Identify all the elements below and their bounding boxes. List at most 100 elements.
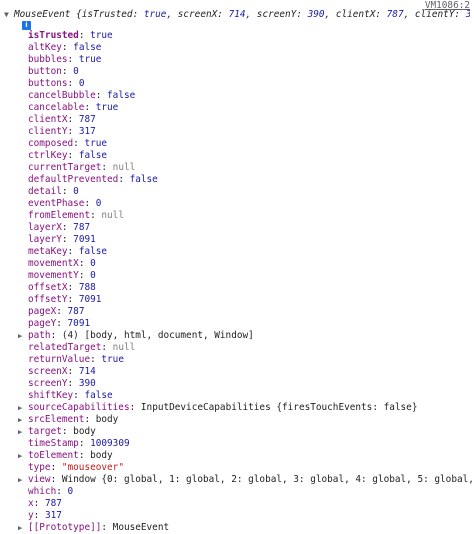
info-icon[interactable]: i xyxy=(22,21,31,30)
property-row: isTrusted: true xyxy=(28,30,113,41)
expand-arrow-icon[interactable]: ▶ xyxy=(18,402,26,414)
property-row: ctrlKey: false xyxy=(28,150,108,161)
property-row: cancelBubble: false xyxy=(28,90,136,101)
property-key: eventPhase xyxy=(28,198,85,209)
property-key: view xyxy=(28,474,51,485)
property-key: type xyxy=(28,462,51,473)
property-key: pageY xyxy=(28,318,57,329)
property-key: movementX xyxy=(28,258,79,269)
object-header[interactable]: ▼ MouseEvent {isTrusted: true, screenX: 7… xyxy=(4,9,470,21)
property-row: timeStamp: 1009309 xyxy=(28,438,130,449)
property-value: null xyxy=(112,162,136,173)
property-value: false xyxy=(84,390,113,401)
property-row[interactable]: ▶ target: body xyxy=(0,426,474,438)
property-row: shiftKey: false xyxy=(28,390,113,401)
property-key: metaKey xyxy=(28,246,68,257)
property-key: offsetX xyxy=(28,282,68,293)
property-key: clientX xyxy=(28,114,68,125)
property-row: detail: 0 xyxy=(28,186,79,197)
property-value: false xyxy=(129,174,158,185)
property-key: layerY xyxy=(28,234,62,245)
property-key: movementY xyxy=(28,270,79,281)
expand-arrow-icon[interactable]: ▶ xyxy=(18,426,26,438)
property-row: altKey: false xyxy=(28,42,102,53)
property-row: screenX: 714 xyxy=(28,366,96,377)
property-row[interactable]: ▶ [[Prototype]]: MouseEvent xyxy=(0,522,474,534)
collapse-arrow-icon[interactable]: ▼ xyxy=(4,9,14,21)
property-row: offsetX: 788 xyxy=(28,282,96,293)
property-row: movementY: 0 xyxy=(28,270,96,281)
property-row: type: "mouseover" xyxy=(28,462,124,473)
property-value: 317 xyxy=(44,510,62,521)
property-value: 787 xyxy=(44,498,62,509)
expand-arrow-icon[interactable]: ▶ xyxy=(18,450,26,462)
property-key: timeStamp xyxy=(28,438,79,449)
property-row: clientX: 787 xyxy=(28,114,96,125)
property-row: relatedTarget: null xyxy=(28,342,136,353)
property-row: clientY: 317 xyxy=(28,126,96,137)
property-key: returnValue xyxy=(28,354,91,365)
property-row[interactable]: ▶ srcElement: body xyxy=(0,414,474,426)
property-value: 7091 xyxy=(73,234,96,245)
property-row[interactable]: ▶ view: Window {0: global, 1: global, 2: … xyxy=(0,474,474,486)
property-key: path xyxy=(28,330,51,341)
property-value: false xyxy=(78,150,108,161)
expand-arrow-icon[interactable]: ▶ xyxy=(18,474,26,486)
property-key: cancelBubble xyxy=(28,90,96,101)
property-row[interactable]: ▶ path: (4) [body, html, document, Window… xyxy=(0,330,474,342)
property-key: cancelable xyxy=(28,102,85,113)
property-value: false xyxy=(107,90,136,101)
property-row[interactable]: ▶ toElement: body xyxy=(0,450,474,462)
property-value: 0 xyxy=(90,270,96,281)
property-value: true xyxy=(84,138,108,149)
property-key: sourceCapabilities xyxy=(28,402,130,413)
property-row: movementX: 0 xyxy=(28,258,96,269)
property-row: offsetY: 7091 xyxy=(28,294,102,305)
property-value: 317 xyxy=(78,126,96,137)
property-key: [[Prototype]] xyxy=(28,522,102,533)
property-value: 390 xyxy=(78,378,96,389)
property-value: 0 xyxy=(67,486,74,497)
property-value: body xyxy=(73,426,96,437)
property-value: 0 xyxy=(73,66,79,77)
property-row: currentTarget: null xyxy=(28,162,136,173)
property-row: layerX: 787 xyxy=(28,222,91,233)
expand-arrow-icon[interactable]: ▶ xyxy=(18,522,26,534)
object-name: MouseEvent xyxy=(14,9,71,20)
property-key: altKey xyxy=(28,42,62,53)
expand-arrow-icon[interactable]: ▶ xyxy=(18,414,26,426)
property-value: 1009309 xyxy=(90,438,130,449)
property-key: clientY xyxy=(28,126,68,137)
property-value: 0 xyxy=(90,258,96,269)
property-row: metaKey: false xyxy=(28,246,108,257)
property-value: false xyxy=(78,246,108,257)
property-value: 7091 xyxy=(78,294,102,305)
property-value: 0 xyxy=(95,198,102,209)
property-key: defaultPrevented xyxy=(28,174,119,185)
property-value: true xyxy=(95,102,119,113)
property-value: 7091 xyxy=(67,318,91,329)
property-key: detail xyxy=(28,186,62,197)
property-row: returnValue: true xyxy=(28,354,124,365)
property-key: button xyxy=(28,66,62,77)
property-key: srcElement xyxy=(28,414,85,425)
property-row: buttons: 0 xyxy=(28,78,85,89)
property-value: "mouseover" xyxy=(61,462,124,473)
property-value: 787 xyxy=(67,306,85,317)
property-value: MouseEvent xyxy=(112,522,170,533)
expand-arrow-icon[interactable]: ▶ xyxy=(18,330,26,342)
property-value: Window {0: global, 1: global, 2: global,… xyxy=(61,474,474,485)
property-row[interactable]: ▶ sourceCapabilities: InputDeviceCapabili… xyxy=(0,402,474,414)
property-value: true xyxy=(78,54,102,65)
property-value: true xyxy=(90,30,113,41)
property-row: composed: true xyxy=(28,138,108,149)
property-row: fromElement: null xyxy=(28,210,124,221)
property-key: ctrlKey xyxy=(28,150,68,161)
property-value: (4) [body, html, document, Window] xyxy=(61,330,254,341)
property-value: 714 xyxy=(78,366,96,377)
property-value: body xyxy=(95,414,119,425)
property-key: which xyxy=(28,486,57,497)
property-key: toElement xyxy=(28,450,79,461)
property-value: body xyxy=(90,450,113,461)
property-key: fromElement xyxy=(28,210,91,221)
